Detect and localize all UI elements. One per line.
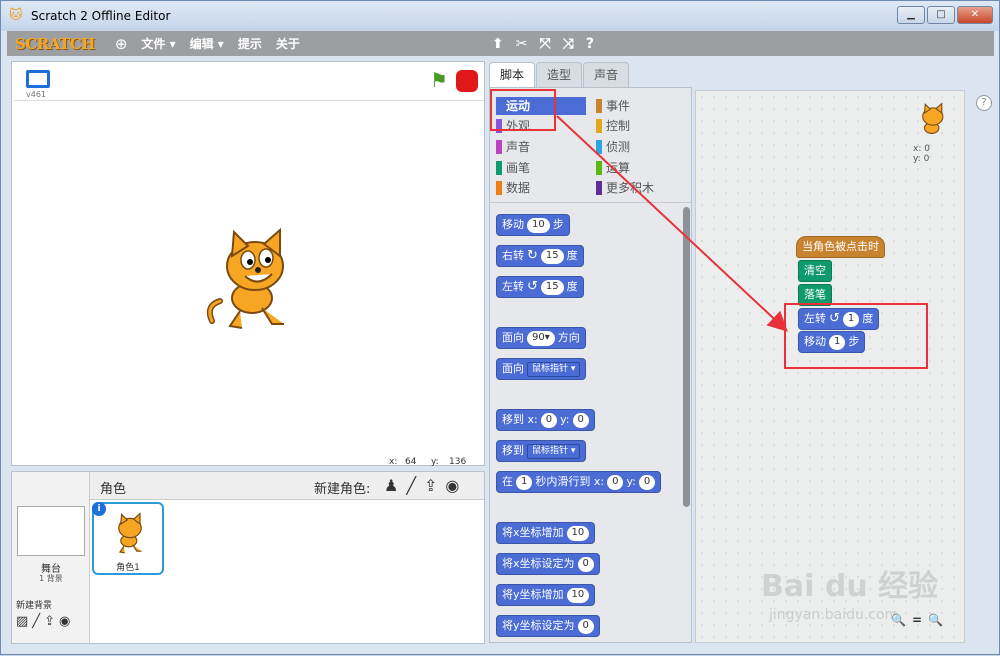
annotation-arrow <box>556 115 788 332</box>
app-window: 🐱 Scratch 2 Offline Editor ▁ □ ✕ SCRATCH… <box>0 0 1000 655</box>
